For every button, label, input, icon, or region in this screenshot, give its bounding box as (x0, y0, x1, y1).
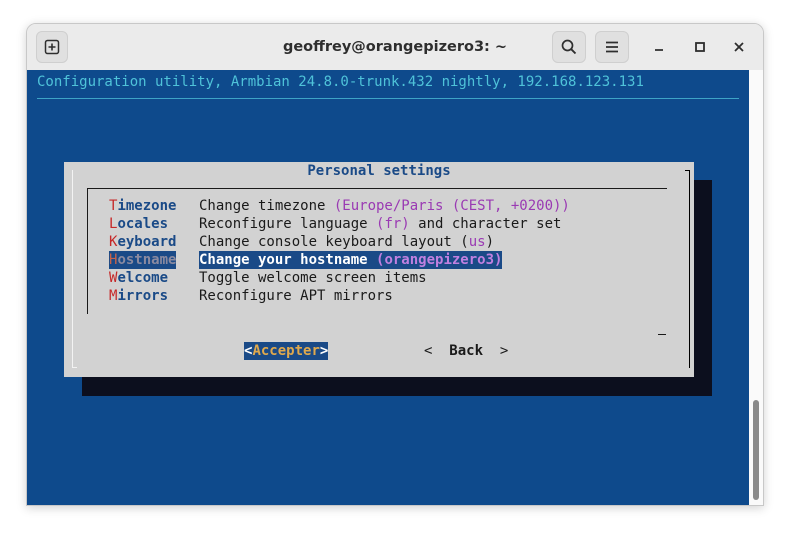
new-tab-button[interactable] (36, 31, 68, 63)
menu-button[interactable] (595, 31, 629, 63)
menu-item-description: Reconfigure language (fr) and character … (199, 215, 561, 233)
menu-item-welcome[interactable]: Welcome Toggle welcome screen items (64, 269, 427, 287)
menu-item-timezone[interactable]: Timezone Change timezone (Europe/Paris (… (64, 197, 570, 215)
desc-value: us (468, 234, 486, 250)
maximize-icon (695, 42, 705, 52)
terminal-screen[interactable]: Configuration utility, Armbian 24.8.0-tr… (27, 70, 749, 505)
dialog-title: Personal settings (307, 163, 451, 179)
search-button[interactable] (552, 31, 586, 63)
menu-item-tag: Timezone (109, 197, 176, 215)
desc-value: (fr) (376, 216, 410, 232)
desc-text: Change your hostname (199, 252, 377, 268)
header-divider (37, 98, 739, 99)
menu-item-tag: Keyboard (109, 233, 176, 251)
menu-item-mirrors[interactable]: Mirrors Reconfigure APT mirrors (64, 287, 393, 305)
menu-item-keyboard[interactable]: Keyboard Change console keyboard layout … (64, 233, 494, 251)
accept-button[interactable]: <Accepter> (244, 342, 329, 360)
menu-item-description-selected: Change your hostname (orangepizero3) (199, 251, 503, 269)
back-button-label: Back (449, 343, 484, 359)
terminal-scrollbar[interactable] (749, 70, 763, 505)
title-bar[interactable]: geoffrey@orangepizero3: ~ (27, 24, 763, 70)
tag-rest: ocales (117, 216, 169, 232)
tag-rest: irrors (117, 288, 169, 304)
close-button[interactable] (727, 35, 751, 59)
desc-text: Reconfigure language (199, 216, 377, 232)
menu-item-description: Reconfigure APT mirrors (199, 287, 393, 305)
tag-rest: eyboard (117, 234, 177, 250)
button-bracket-close: > (319, 343, 329, 359)
accept-button-label: Accepter (252, 343, 320, 359)
menu-item-hostname[interactable]: Hostname Change your hostname (orangepiz… (64, 251, 503, 269)
minimize-button[interactable] (647, 35, 671, 59)
new-tab-icon (44, 39, 60, 55)
button-bracket-close: > (483, 343, 509, 359)
menu-item-tag: Welcome (109, 269, 168, 287)
back-button[interactable]: < Back > (424, 342, 508, 360)
desc-text: Change console keyboard layout ( (199, 234, 469, 250)
desc-text: Toggle welcome screen items (199, 270, 427, 286)
menu-item-description: Change console keyboard layout (us) (199, 233, 494, 251)
tag-rest: elcome (117, 270, 169, 286)
menu-item-locales[interactable]: Locales Reconfigure language (fr) and ch… (64, 215, 561, 233)
minimize-icon (655, 49, 663, 51)
search-icon (561, 39, 577, 55)
menu-item-tag: Mirrors (109, 287, 168, 305)
personal-settings-dialog: Personal settings Timezone Change timezo… (64, 162, 694, 377)
menu-item-description: Toggle welcome screen items (199, 269, 427, 287)
menu-box-corner (658, 334, 666, 335)
menu-item-description: Change timezone (Europe/Paris (CEST, +02… (199, 197, 570, 215)
tag-rest: ostname (117, 252, 177, 268)
desc-value: (Europe/Paris (CEST, +0200)) (333, 198, 570, 214)
scrollbar-thumb[interactable] (753, 400, 759, 500)
menu-item-tag: Locales (109, 215, 168, 233)
maximize-button[interactable] (688, 35, 712, 59)
hamburger-menu-icon (606, 41, 618, 53)
desc-text: Change timezone (199, 198, 334, 214)
menu-box-top-border (87, 188, 667, 189)
tag-rest: imezone (117, 198, 177, 214)
desc-text: Reconfigure APT mirrors (199, 288, 393, 304)
dialog-border-dark (685, 170, 690, 368)
desc-tail: and character set (409, 216, 562, 232)
button-bracket-open: < (424, 343, 450, 359)
terminal-window: geoffrey@orangepizero3: ~ Configuration … (26, 23, 764, 506)
terminal-header: Configuration utility, Armbian 24.8.0-tr… (37, 74, 644, 90)
close-icon (734, 42, 744, 52)
desc-value: (orangepizero3) (376, 252, 503, 268)
menu-item-tag-selected: Hostname (109, 251, 177, 269)
desc-tail: ) (485, 234, 495, 250)
